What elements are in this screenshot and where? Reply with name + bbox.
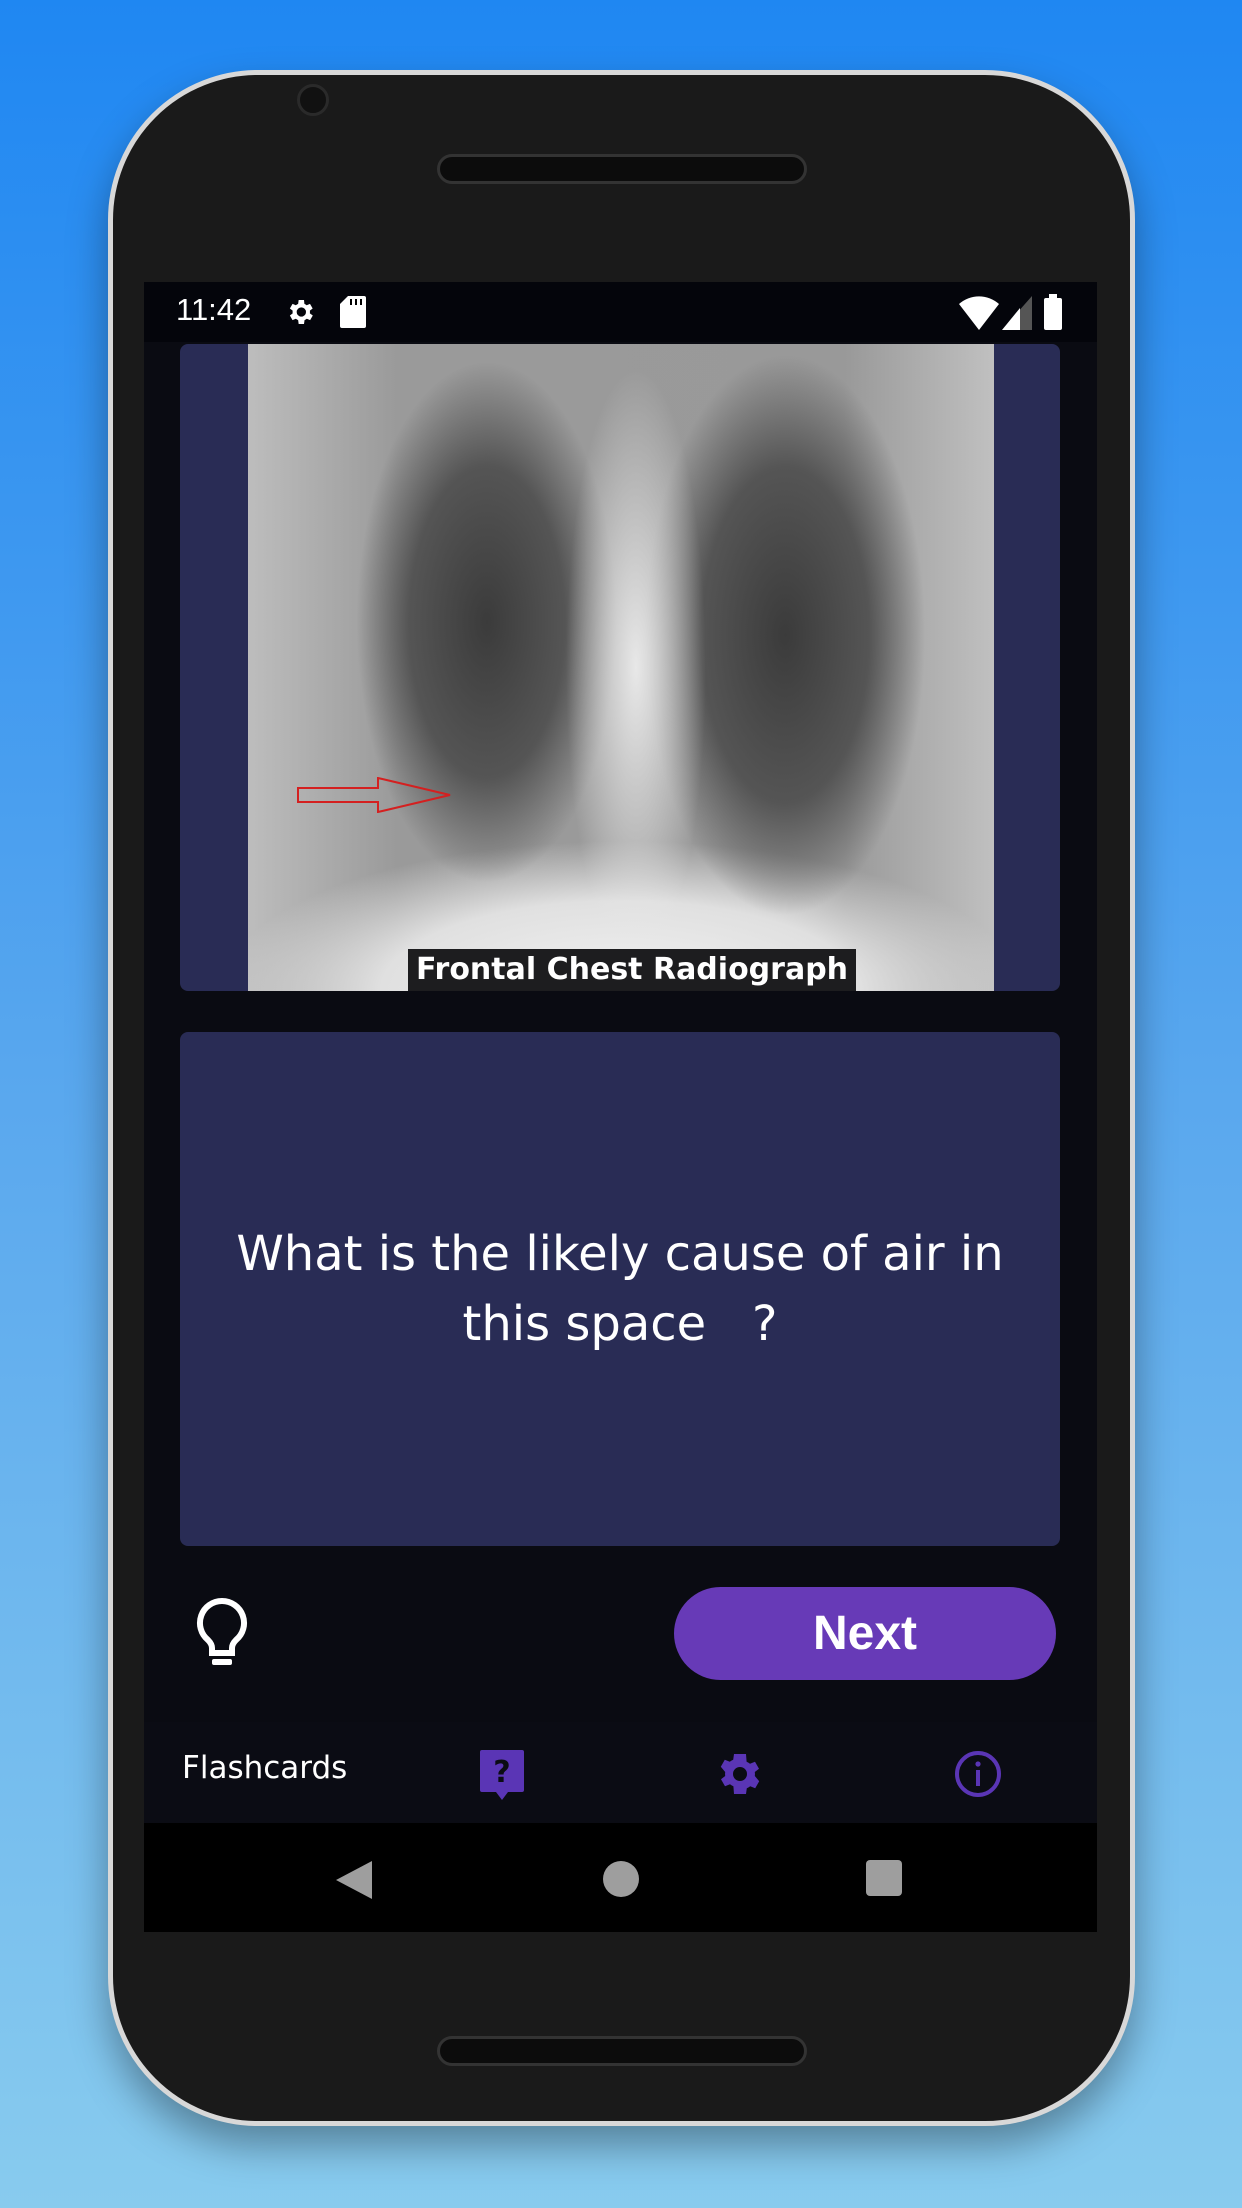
image-caption: Frontal Chest Radiograph [408, 949, 856, 991]
bottom-nav: Flashcards ? [144, 1722, 1097, 1823]
recents-icon[interactable] [866, 1860, 902, 1896]
question-text: What is the likely cause of air in this … [236, 1226, 1019, 1352]
sd-card-icon [340, 296, 366, 328]
top-speaker [437, 154, 807, 184]
status-time: 11:42 [176, 292, 252, 327]
info-icon[interactable] [954, 1750, 1002, 1798]
chest-xray-image [248, 344, 994, 991]
app-screen: 11:42 Frontal Chest Radiograph What is t… [144, 282, 1097, 1932]
red-arrow-annotation [297, 777, 451, 813]
image-card: Frontal Chest Radiograph [180, 344, 1060, 991]
battery-icon [1044, 294, 1062, 330]
question-bubble-icon[interactable]: ? [480, 1750, 524, 1800]
nav-flashcards-label[interactable]: Flashcards [182, 1750, 347, 1786]
lightbulb-icon[interactable] [194, 1597, 250, 1669]
status-bar: 11:42 [144, 282, 1097, 342]
settings-gear-icon[interactable] [716, 1750, 764, 1798]
svg-text:?: ? [493, 1755, 510, 1790]
back-icon[interactable] [336, 1861, 372, 1899]
next-button[interactable]: Next [674, 1587, 1056, 1680]
front-camera [297, 84, 329, 116]
home-icon[interactable] [603, 1861, 639, 1897]
gear-icon [289, 300, 313, 324]
bottom-speaker [437, 2036, 807, 2066]
question-card[interactable]: What is the likely cause of air in this … [180, 1032, 1060, 1546]
wifi-icon [959, 296, 999, 330]
signal-icon [1002, 296, 1032, 330]
system-nav-bar [144, 1823, 1097, 1932]
